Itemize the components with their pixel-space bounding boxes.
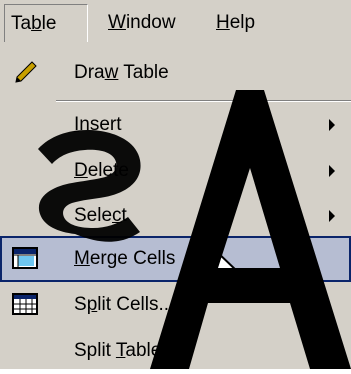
menu-item-label: Draw Table	[74, 50, 169, 96]
menu-table[interactable]: Table	[4, 4, 88, 42]
menu-item-merge-cells[interactable]: Merge Cells	[0, 236, 351, 282]
label-mnemonic: D	[74, 160, 88, 181]
menu-item-label: Select	[74, 193, 127, 239]
merge-cells-icon	[12, 247, 38, 269]
menu-bar: Table Window Help	[0, 0, 351, 44]
menu-window-label-b: indow	[125, 12, 176, 33]
label-part: nsert	[79, 114, 122, 135]
table-dropdown-menu: Draw Table Insert Delete Select Merge Ce…	[0, 44, 351, 369]
label-mnemonic: p	[86, 294, 98, 315]
menu-item-split-cells[interactable]: Split Cells...	[0, 282, 351, 328]
label-part: lit Cells...	[97, 294, 175, 315]
mouse-cursor-icon	[214, 249, 240, 290]
menu-help-label-b: elp	[229, 12, 256, 33]
menu-item-insert[interactable]: Insert	[0, 102, 351, 148]
label-part: elete	[87, 160, 129, 181]
submenu-arrow-icon	[329, 165, 335, 177]
label-part: S	[74, 294, 87, 315]
menu-item-split-table[interactable]: Split Table	[0, 328, 351, 374]
label-part: Split	[74, 340, 116, 361]
label-mnemonic: M	[74, 248, 90, 269]
menu-item-label: Split Table	[74, 328, 161, 374]
label-part: able	[125, 340, 162, 361]
menu-window[interactable]: Window	[108, 8, 176, 38]
menu-item-label: Split Cells...	[74, 282, 174, 328]
label-part: Dra	[74, 62, 105, 83]
label-part: Sele	[74, 205, 113, 226]
label-part: Table	[118, 62, 169, 83]
menu-item-select[interactable]: Select	[0, 193, 351, 239]
submenu-arrow-icon	[329, 119, 335, 131]
menu-table-label-b: b	[31, 13, 42, 34]
label-mnemonic: w	[104, 62, 119, 83]
menu-item-delete[interactable]: Delete	[0, 148, 351, 194]
label-mnemonic: T	[115, 340, 126, 361]
label-part: erge Cells	[89, 248, 176, 269]
menu-window-label-a: W	[108, 12, 126, 33]
menu-help-label-a: H	[216, 12, 230, 33]
menu-item-label: Delete	[74, 148, 129, 194]
split-cells-icon	[12, 293, 38, 315]
label-part: t	[121, 205, 127, 226]
pencil-icon	[15, 61, 37, 83]
menu-item-label: Merge Cells	[74, 236, 175, 282]
submenu-arrow-icon	[329, 210, 335, 222]
menu-help[interactable]: Help	[216, 8, 255, 38]
label-mnemonic: c	[112, 205, 122, 226]
menu-table-label-a: Ta	[11, 13, 32, 34]
menu-item-label: Insert	[74, 102, 122, 148]
menu-item-draw-table[interactable]: Draw Table	[0, 50, 351, 96]
menu-table-label-c: le	[41, 13, 57, 34]
